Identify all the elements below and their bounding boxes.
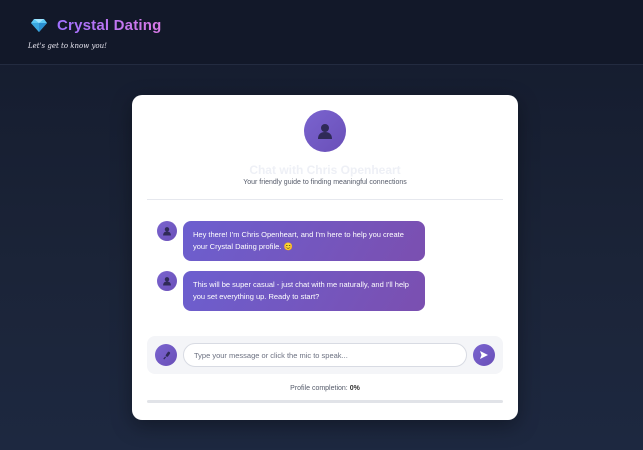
tagline: Let's get to know you! (28, 42, 107, 50)
progress-label-text: Profile completion: (290, 385, 348, 392)
microphone-icon (162, 351, 170, 360)
chat-card: Chat with Chris Openheart Your friendly … (132, 95, 518, 420)
assistant-avatar-small (157, 221, 177, 241)
chat-subtitle: Your friendly guide to finding meaningfu… (243, 179, 407, 186)
divider (147, 199, 503, 200)
assistant-avatar-small (157, 271, 177, 291)
progress-value: 0% (349, 385, 360, 392)
progress-bar (147, 400, 503, 403)
gem-icon (30, 16, 48, 34)
send-button[interactable] (473, 344, 495, 366)
message-composer (147, 336, 503, 374)
send-icon (480, 351, 488, 359)
logo[interactable]: Crystal Dating (30, 16, 162, 34)
app-header: Crystal Dating Let's get to know you! (0, 0, 643, 65)
chat-message: This will be super casual - just chat wi… (157, 271, 425, 311)
message-input[interactable] (183, 343, 467, 367)
chat-title: Chat with Chris Openheart (249, 163, 401, 177)
user-silhouette-icon (318, 124, 332, 139)
assistant-avatar (304, 110, 346, 152)
progress-label: Profile completion: 0% (132, 385, 518, 392)
brand-name: Crystal Dating (57, 16, 162, 34)
message-bubble: This will be super casual - just chat wi… (183, 271, 425, 311)
user-silhouette-icon (163, 277, 171, 286)
user-silhouette-icon (163, 227, 171, 236)
mic-button[interactable] (155, 344, 177, 366)
chat-message: Hey there! I'm Chris Openheart, and I'm … (157, 221, 425, 261)
message-bubble: Hey there! I'm Chris Openheart, and I'm … (183, 221, 425, 261)
